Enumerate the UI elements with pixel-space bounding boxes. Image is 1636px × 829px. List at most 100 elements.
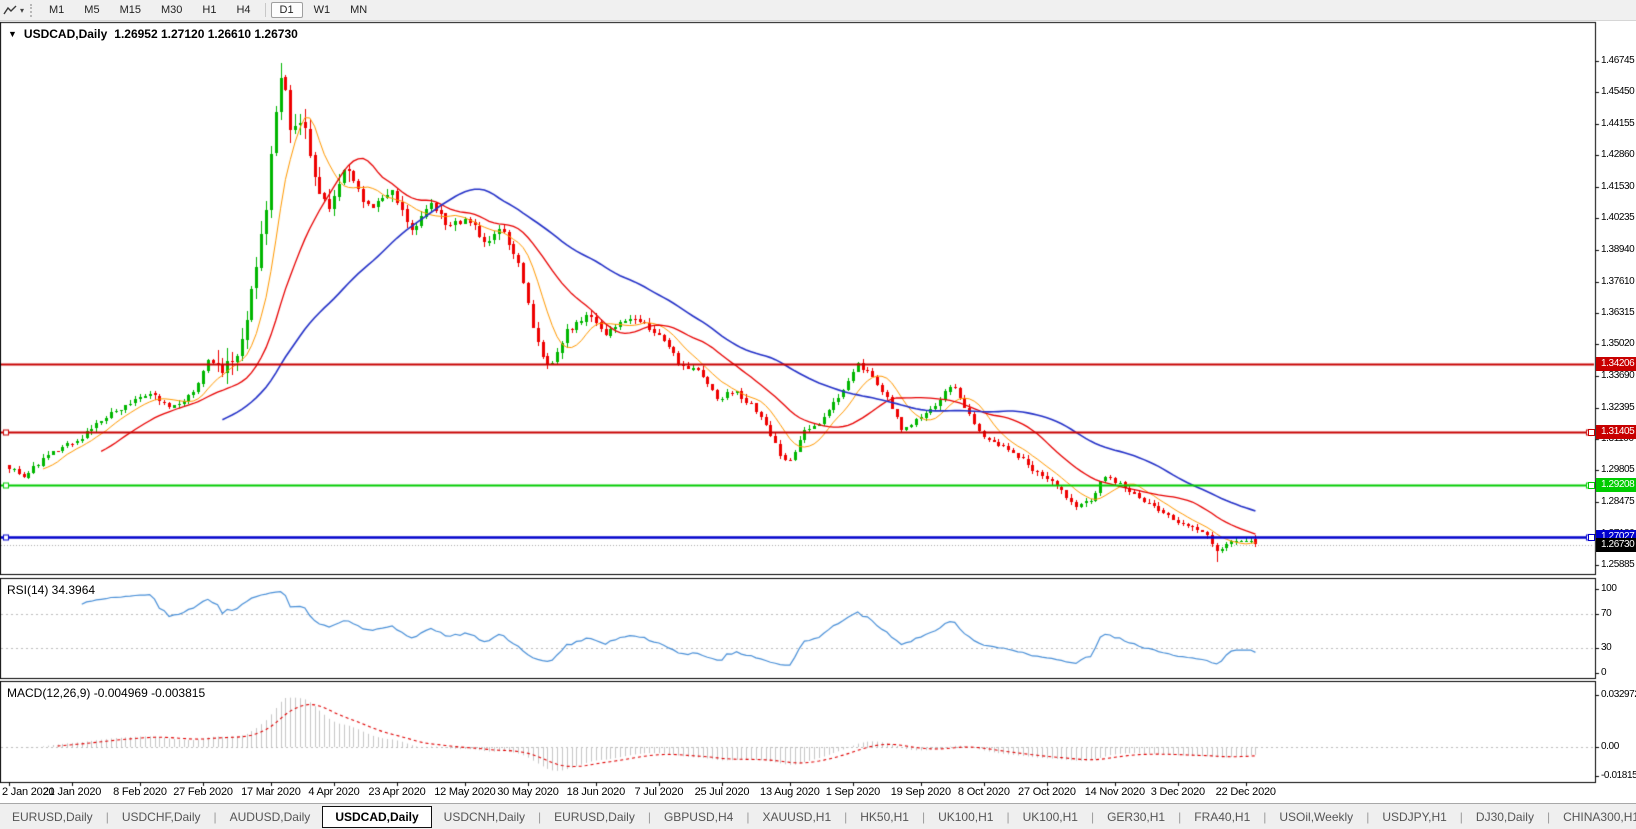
current-price-badge: 1.26730: [1596, 538, 1636, 552]
symbol-title: USDCAD,Daily: [24, 27, 107, 41]
date-label: 30 May 2020: [497, 786, 558, 798]
tab-separator: |: [1263, 810, 1266, 824]
line-handle[interactable]: [1588, 482, 1595, 489]
tab-separator: |: [214, 810, 217, 824]
symbol-tab-usdchf-daily[interactable]: USDCHF,Daily: [110, 807, 213, 827]
tab-separator: |: [1006, 810, 1009, 824]
level-price-badge[interactable]: 1.31405: [1596, 425, 1636, 439]
tab-separator: |: [746, 810, 749, 824]
axis-tick-label: 1.25885: [1601, 559, 1634, 570]
axis-tick-label: 30: [1601, 642, 1611, 653]
line-handle[interactable]: [1588, 429, 1595, 436]
date-label: 17 Mar 2020: [241, 786, 301, 798]
axis-tick-label: 1.46745: [1601, 55, 1634, 66]
axis-tick-label: 1.45450: [1601, 86, 1634, 97]
level-price-badge[interactable]: 1.34206: [1596, 357, 1636, 371]
date-label: 23 Apr 2020: [368, 786, 425, 798]
tab-separator: |: [106, 810, 109, 824]
date-label: 19 Sep 2020: [891, 786, 951, 798]
tab-separator: |: [1366, 810, 1369, 824]
date-label: 21 Jan 2020: [43, 786, 101, 798]
date-label: 22 Dec 2020: [1216, 786, 1276, 798]
date-label: 3 Dec 2020: [1151, 786, 1205, 798]
date-label: 27 Feb 2020: [173, 786, 233, 798]
timeframe-button-w1[interactable]: W1: [305, 2, 340, 18]
mt4-window: ▾ M1M5M15M30H1H4 D1W1MN ▼ USDCAD,Daily 1.…: [0, 0, 1636, 829]
symbol-tab-usdcad-daily[interactable]: USDCAD,Daily: [322, 806, 431, 828]
tab-separator: |: [538, 810, 541, 824]
timeframe-button-m5[interactable]: M5: [75, 2, 108, 18]
chart-canvas[interactable]: [0, 0, 1636, 829]
axis-tick-label: 0.00: [1601, 741, 1619, 752]
axis-tick-label: 1.42860: [1601, 149, 1634, 160]
axis-tick-label: 1.38940: [1601, 244, 1634, 255]
timeframe-button-h4[interactable]: H4: [227, 2, 259, 18]
timeframe-button-m1[interactable]: M1: [40, 2, 73, 18]
axis-tick-label: 100: [1601, 583, 1617, 594]
macd-label: MACD(12,26,9) -0.004969 -0.003815: [7, 686, 205, 700]
date-label: 4 Apr 2020: [308, 786, 359, 798]
ohlc-values: 1.26952 1.27120 1.26610 1.26730: [114, 27, 298, 41]
symbol-tab-xauusd-h1[interactable]: XAUUSD,H1: [750, 807, 843, 827]
symbol-tab-usdjpy-h1[interactable]: USDJPY,H1: [1370, 807, 1458, 827]
timeframe-button-mn[interactable]: MN: [341, 2, 376, 18]
timeframe-toolbar: ▾ M1M5M15M30H1H4 D1W1MN: [0, 0, 1636, 21]
symbol-tab-china300-h1[interactable]: CHINA300,H1: [1551, 807, 1636, 827]
symbol-tab-uk100-h1[interactable]: UK100,H1: [1011, 807, 1090, 827]
collapse-triangle-icon[interactable]: ▼: [8, 29, 17, 39]
chevron-down-icon: ▾: [20, 6, 24, 15]
axis-tick-label: 1.29805: [1601, 464, 1634, 475]
axis-tick-label: 1.41530: [1601, 181, 1634, 192]
symbol-tab-audusd-daily[interactable]: AUDUSD,Daily: [218, 807, 323, 827]
axis-tick-label: 1.35020: [1601, 338, 1634, 349]
axis-tick-label: 1.32395: [1601, 402, 1634, 413]
rsi-label: RSI(14) 34.3964: [7, 583, 95, 597]
axis-tick-label: 1.33690: [1601, 370, 1634, 381]
axis-tick-label: 1.36315: [1601, 307, 1634, 318]
symbol-tab-uk100-h1[interactable]: UK100,H1: [926, 807, 1005, 827]
timeframe-button-m15[interactable]: M15: [111, 2, 150, 18]
symbol-tab-hk50-h1[interactable]: HK50,H1: [848, 807, 921, 827]
date-label: 18 Jun 2020: [567, 786, 625, 798]
symbol-tab-dj30-daily[interactable]: DJ30,Daily: [1464, 807, 1546, 827]
axis-tick-label: -0.018154: [1601, 770, 1636, 781]
axis-tick-label: 1.40235: [1601, 212, 1634, 223]
axis-tick-label: 1.28475: [1601, 496, 1634, 507]
toolbar-separator: [265, 3, 266, 17]
symbol-tab-usdcnh-daily[interactable]: USDCNH,Daily: [432, 807, 537, 827]
tab-separator: |: [1460, 810, 1463, 824]
date-label: 8 Feb 2020: [113, 786, 167, 798]
date-label: 13 Aug 2020: [760, 786, 820, 798]
toolbar-grip[interactable]: [30, 4, 32, 17]
date-label: 14 Nov 2020: [1085, 786, 1145, 798]
date-label: 1 Sep 2020: [826, 786, 880, 798]
tab-separator: |: [1091, 810, 1094, 824]
timeframe-button-d1[interactable]: D1: [271, 2, 303, 18]
axis-tick-label: 0.032972: [1601, 689, 1636, 700]
symbol-tab-fra40-h1[interactable]: FRA40,H1: [1182, 807, 1262, 827]
tab-separator: |: [648, 810, 651, 824]
axis-tick-label: 1.37610: [1601, 276, 1634, 287]
date-label: 7 Jul 2020: [635, 786, 684, 798]
timeframe-button-h1[interactable]: H1: [193, 2, 225, 18]
symbol-tab-eurusd-daily[interactable]: EURUSD,Daily: [542, 807, 647, 827]
tab-separator: |: [1178, 810, 1181, 824]
chart-tool-button[interactable]: ▾: [3, 4, 24, 17]
symbol-tab-ger30-h1[interactable]: GER30,H1: [1095, 807, 1177, 827]
axis-tick-label: 70: [1601, 608, 1611, 619]
line-chart-icon: [3, 4, 18, 17]
symbol-tab-bar: EURUSD,Daily|USDCHF,Daily|AUDUSD,DailyUS…: [0, 803, 1636, 829]
level-price-badge[interactable]: 1.29208: [1596, 478, 1636, 492]
date-label: 12 May 2020: [434, 786, 495, 798]
chart-title: ▼ USDCAD,Daily 1.26952 1.27120 1.26610 1…: [8, 27, 298, 41]
date-label: 27 Oct 2020: [1018, 786, 1076, 798]
symbol-tab-eurusd-daily[interactable]: EURUSD,Daily: [0, 807, 105, 827]
line-handle[interactable]: [1588, 534, 1595, 541]
date-label: 8 Oct 2020: [958, 786, 1010, 798]
symbol-tab-usoil-weekly[interactable]: USOil,Weekly: [1267, 807, 1365, 827]
timeframe-button-m30[interactable]: M30: [152, 2, 191, 18]
symbol-tab-gbpusd-h4[interactable]: GBPUSD,H4: [652, 807, 745, 827]
tab-separator: |: [1547, 810, 1550, 824]
date-label: 25 Jul 2020: [695, 786, 750, 798]
tab-separator: |: [844, 810, 847, 824]
